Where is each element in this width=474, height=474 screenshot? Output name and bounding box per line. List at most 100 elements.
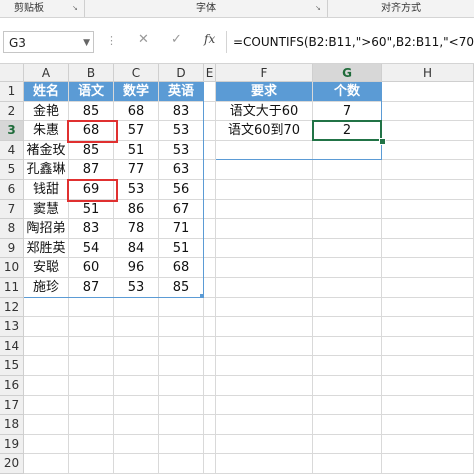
cell[interactable] [313,238,382,259]
row-header-19[interactable]: 19 [0,434,24,455]
score-cell[interactable]: 85 [69,101,114,122]
cell[interactable] [69,317,114,337]
cell[interactable] [114,454,159,474]
row-header-6[interactable]: 6 [0,180,24,200]
cell[interactable] [159,297,204,318]
cell[interactable] [382,336,474,357]
score-cell[interactable]: 96 [114,258,159,278]
score-cell[interactable]: 77 [114,160,159,180]
name-cell[interactable]: 金艳 [24,101,69,122]
cell[interactable] [313,356,382,376]
cell[interactable] [382,101,474,122]
score-cell[interactable]: 68 [159,258,204,278]
table-header-cell[interactable]: 语文 [69,82,114,102]
cell[interactable] [69,454,114,474]
column-header-g[interactable]: G [313,64,382,82]
cell[interactable] [216,395,313,416]
name-cell[interactable]: 孔鑫琳 [24,160,69,180]
cell[interactable] [216,180,313,200]
cell[interactable] [382,82,474,102]
table-header-cell[interactable]: 姓名 [24,82,69,102]
row-header-15[interactable]: 15 [0,356,24,376]
cell[interactable] [313,258,382,278]
chevron-down-icon[interactable]: ▼ [83,32,90,54]
row-header-3[interactable]: 3 [0,121,24,141]
score-cell[interactable]: 83 [69,219,114,239]
cell[interactable] [204,415,216,435]
name-cell[interactable]: 窦慧 [24,199,69,220]
cell[interactable] [216,376,313,396]
score-cell[interactable]: 78 [114,219,159,239]
cell[interactable] [204,140,216,161]
cell[interactable] [313,434,382,455]
cell[interactable] [114,336,159,357]
column-header-e[interactable]: E [204,64,216,82]
cell[interactable] [204,297,216,318]
cell[interactable] [313,278,382,298]
name-box[interactable]: G3 ▼ [3,31,94,53]
score-cell[interactable]: 51 [159,238,204,259]
cell[interactable] [382,219,474,239]
cell[interactable] [313,454,382,474]
cell[interactable] [313,140,382,161]
cell[interactable] [382,415,474,435]
cell[interactable] [114,317,159,337]
table-header-cell[interactable]: 数学 [114,82,159,102]
cell[interactable] [313,317,382,337]
count-cell[interactable]: 7 [313,101,382,122]
cell[interactable] [216,317,313,337]
cell[interactable] [114,376,159,396]
cell[interactable] [69,395,114,416]
cell[interactable] [313,199,382,220]
cell[interactable] [216,140,313,161]
cell[interactable] [69,434,114,455]
cell[interactable] [204,376,216,396]
score-cell[interactable]: 60 [69,258,114,278]
select-all-corner[interactable] [0,64,24,82]
criteria-cell[interactable]: 语文60到70 [216,121,313,141]
cell[interactable] [313,395,382,416]
cancel-icon[interactable]: ✕ [138,32,149,47]
cell[interactable] [216,219,313,239]
cell[interactable] [204,258,216,278]
column-header-f[interactable]: F [216,64,313,82]
score-cell[interactable]: 68 [114,101,159,122]
cell[interactable] [24,356,69,376]
row-header-20[interactable]: 20 [0,454,24,474]
score-cell[interactable]: 84 [114,238,159,259]
row-header-4[interactable]: 4 [0,140,24,161]
cell[interactable] [382,160,474,180]
column-header-a[interactable]: A [24,64,69,82]
cell[interactable] [159,415,204,435]
cell[interactable] [24,317,69,337]
cell[interactable] [159,434,204,455]
cell[interactable] [382,258,474,278]
cell[interactable] [69,336,114,357]
dialog-launcher-icon[interactable]: ↘ [315,4,323,12]
cell[interactable] [313,336,382,357]
cell[interactable] [69,415,114,435]
row-header-2[interactable]: 2 [0,101,24,122]
cell[interactable] [24,415,69,435]
name-cell[interactable]: 陶招弟 [24,219,69,239]
cell[interactable] [204,121,216,141]
cell[interactable] [216,278,313,298]
row-header-12[interactable]: 12 [0,297,24,318]
name-cell[interactable]: 褚金玫 [24,140,69,161]
score-cell[interactable]: 83 [159,101,204,122]
table-header-cell[interactable]: 英语 [159,82,204,102]
cell[interactable] [216,415,313,435]
cell[interactable] [204,278,216,298]
cell[interactable] [216,258,313,278]
cell[interactable] [216,356,313,376]
score-cell[interactable]: 54 [69,238,114,259]
row-header-8[interactable]: 8 [0,219,24,239]
row-header-9[interactable]: 9 [0,238,24,259]
cell[interactable] [204,238,216,259]
cell[interactable] [313,180,382,200]
column-header-c[interactable]: C [114,64,159,82]
score-cell[interactable]: 85 [69,140,114,161]
cell[interactable] [382,140,474,161]
formula-input[interactable]: =COUNTIFS(B2:B11,">60",B2:B11,"<70") [226,31,474,53]
cell[interactable] [69,356,114,376]
